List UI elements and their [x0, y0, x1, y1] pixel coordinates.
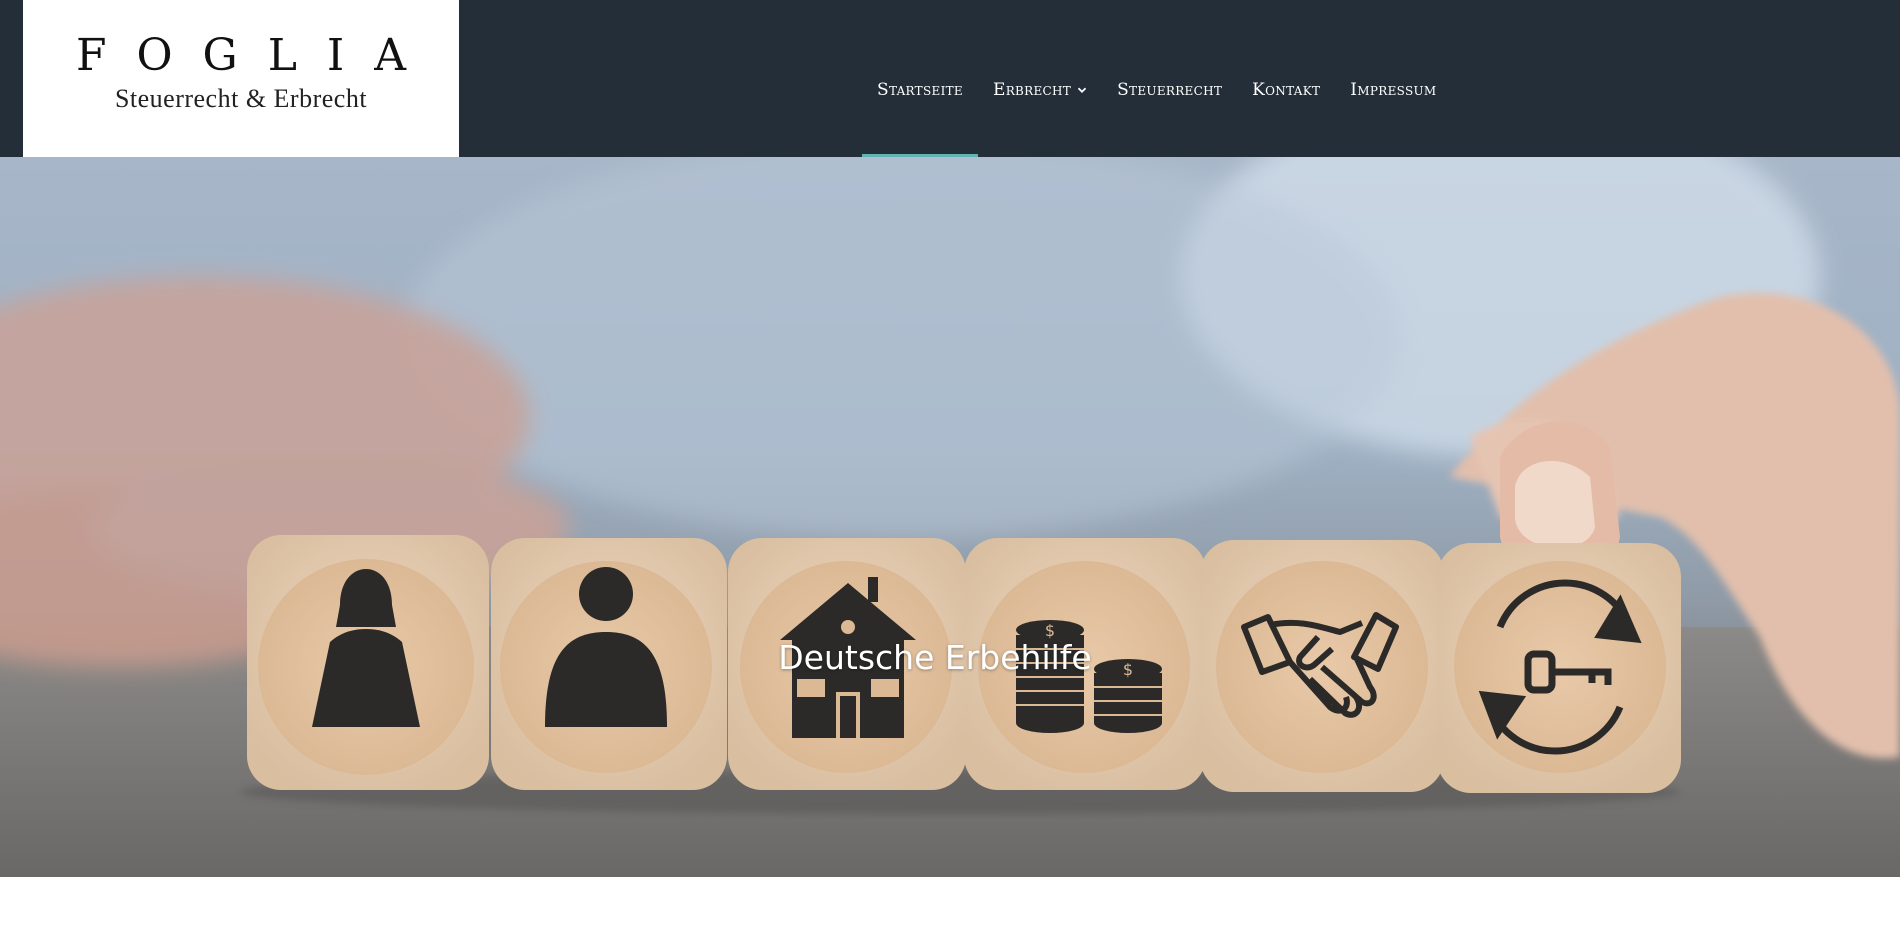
nav-item-impressum[interactable]: Impressum [1335, 0, 1451, 157]
main-nav: Startseite Erbrecht Steuerrecht Kontakt … [862, 0, 1452, 157]
logo-subtitle: Steuerrecht & Erbrecht [114, 84, 368, 113]
site-logo[interactable]: FOGLIA Steuerrecht & Erbrecht [23, 0, 459, 157]
nav-item-label: Erbrecht [992, 79, 1072, 100]
nav-item-startseite[interactable]: Startseite [862, 0, 978, 157]
nav-item-label: Kontakt [1252, 79, 1321, 100]
nav-item-erbrecht[interactable]: Erbrecht [978, 0, 1102, 157]
nav-item-label: Startseite [877, 79, 963, 100]
hero-banner: $ $ Deutsche Erbehilfe [0, 157, 1900, 877]
nav-item-steuerrecht[interactable]: Steuerrecht [1102, 0, 1237, 157]
nav-item-kontakt[interactable]: Kontakt [1237, 0, 1335, 157]
hero-image: $ $ [0, 157, 1900, 877]
chevron-down-icon [1077, 87, 1087, 93]
nav-item-label: Steuerrecht [1117, 79, 1223, 100]
hero-title: Deutsche Erbehilfe [778, 638, 1092, 677]
nav-item-label: Impressum [1350, 79, 1437, 100]
logo-title: FOGLIA [75, 30, 437, 81]
page-content [0, 877, 1900, 948]
site-header: FOGLIA Steuerrecht & Erbrecht Startseite… [0, 0, 1900, 157]
